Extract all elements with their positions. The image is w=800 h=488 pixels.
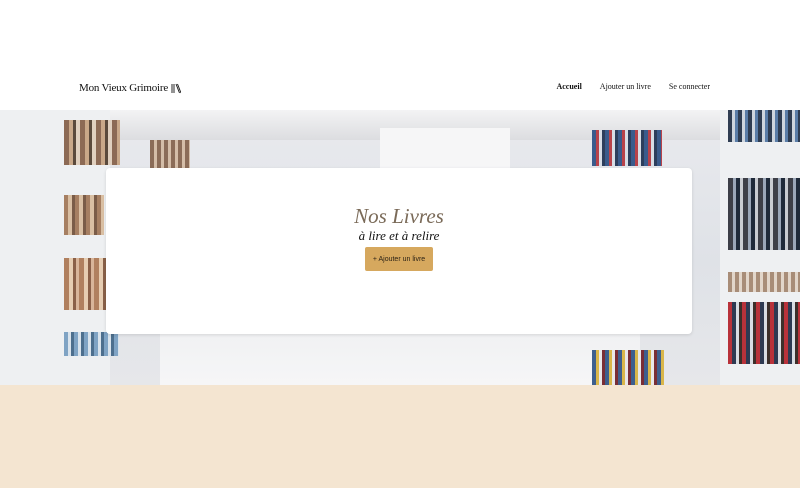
logo-text: Mon Vieux Grimoire xyxy=(79,82,169,94)
right-books xyxy=(592,350,664,385)
right-books xyxy=(728,302,800,364)
add-book-button[interactable]: + Ajouter un livre xyxy=(365,247,433,271)
left-books xyxy=(64,332,119,356)
center-shelf xyxy=(380,128,510,168)
right-books xyxy=(728,178,800,250)
page-subtitle: à lire et à relire xyxy=(358,228,440,243)
center-books xyxy=(150,140,190,168)
content-section-background xyxy=(0,385,800,488)
books-icon xyxy=(171,83,182,93)
left-books xyxy=(64,195,104,235)
nav-home-link[interactable]: Accueil xyxy=(556,82,581,91)
left-books xyxy=(64,120,120,165)
nav-login-link[interactable]: Se connecter xyxy=(669,82,710,91)
hero-card: Nos Livres à lire et à relire + Ajouter … xyxy=(106,168,692,334)
left-books xyxy=(64,258,106,310)
site-header: Mon Vieux Grimoire Accueil Ajouter un li… xyxy=(0,78,800,100)
main-nav: Accueil Ajouter un livre Se connecter xyxy=(556,82,710,91)
page-title: Nos Livres xyxy=(354,204,444,228)
site-logo[interactable]: Mon Vieux Grimoire xyxy=(79,82,182,94)
right-books xyxy=(728,110,800,142)
nav-add-book-link[interactable]: Ajouter un livre xyxy=(600,82,651,91)
right-books xyxy=(728,272,800,292)
right-books xyxy=(592,130,662,166)
